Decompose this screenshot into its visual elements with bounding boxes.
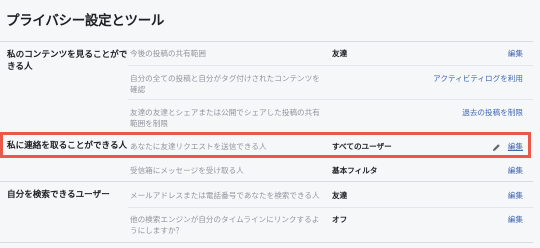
section-label-contact: 私に連絡を取ることができる人: [7, 141, 128, 151]
edit-link[interactable]: 編集: [508, 214, 523, 225]
section-divider: [0, 181, 533, 182]
desc-line: 範囲を制限: [130, 119, 168, 128]
setting-description: メールアドレスまたは電話番号であなたを検索できる人: [130, 191, 320, 200]
bottom-divider: [0, 242, 533, 243]
desc-line: 他の検索エンジンが自分のタイムラインにリンクするよ: [130, 215, 320, 224]
setting-description: あなたに友達リクエストを送信できる人: [130, 142, 267, 151]
setting-value: 基本フィルタ: [332, 166, 378, 175]
activity-log-link[interactable]: アクティビティログを利用: [433, 73, 523, 84]
setting-value: すべてのユーザー: [332, 142, 392, 151]
setting-description: 受信箱にメッセージを受け取る人: [130, 166, 244, 175]
section-label-line: 私のコンテンツを見ることがで: [7, 50, 128, 60]
setting-value: 友達: [332, 191, 348, 200]
setting-description: 他の検索エンジンが自分のタイムラインにリンクするよ うにしますか？: [130, 214, 355, 236]
setting-description: 今後の投稿の共有範囲: [130, 49, 206, 58]
row-divider: [128, 65, 533, 66]
desc-line: 確認: [130, 85, 146, 94]
limit-past-posts-link[interactable]: 過去の投稿を制限: [462, 107, 523, 118]
pencil-icon[interactable]: [492, 143, 501, 152]
page-title: プライバシー設定とツール: [6, 13, 165, 29]
setting-value: オフ: [332, 215, 348, 224]
edit-link[interactable]: 編集: [508, 48, 523, 59]
edit-link[interactable]: 編集: [508, 165, 523, 176]
edit-link[interactable]: 編集: [508, 141, 523, 152]
setting-value: 友達: [332, 49, 348, 58]
desc-line: 友達の友達とシェアまたは公開でシェアした投稿の共有: [130, 108, 320, 117]
section-label-search: 自分を検索できるユーザー: [7, 190, 110, 200]
desc-line: 自分の全ての投稿と自分がタグ付けされたコンテンツを: [130, 74, 320, 83]
desc-line: うにしますか？: [130, 226, 184, 235]
row-divider: [128, 99, 533, 100]
setting-description: 自分の全ての投稿と自分がタグ付けされたコンテンツを 確認: [130, 73, 355, 95]
section-label-line: きる人: [7, 62, 33, 72]
row-divider: [128, 207, 533, 208]
section-label-content-visibility: 私のコンテンツを見ることがで きる人: [7, 49, 127, 73]
setting-description: 友達の友達とシェアまたは公開でシェアした投稿の共有 範囲を制限: [130, 107, 355, 129]
header-divider: [0, 41, 533, 42]
edit-link[interactable]: 編集: [508, 190, 523, 201]
